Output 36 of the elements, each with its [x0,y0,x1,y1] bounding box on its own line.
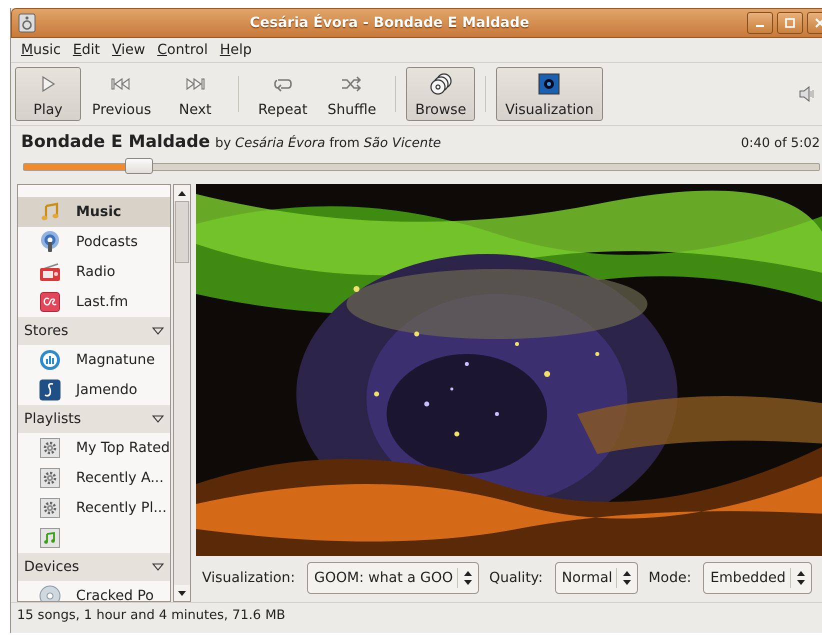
play-button[interactable]: Play [15,67,81,121]
next-button[interactable]: Next [162,67,228,121]
visualization-button[interactable]: Visualization [496,67,603,121]
dropdown[interactable]: Normal [554,562,638,594]
section-header[interactable]: Devices [18,553,170,581]
window-title: Cesária Évora - Bondade E Maldade [248,15,530,31]
source-item[interactable]: Cracked Po [18,581,170,601]
repeat-button[interactable]: Repeat [249,67,316,121]
section-header[interactable]: Playlists [18,405,170,433]
song-title: Bondade E Maldade [21,132,210,152]
status-text: 15 songs, 1 hour and 4 minutes, 71.6 MB [17,608,286,622]
dropdown[interactable]: GOOM: what a GOO [307,562,480,594]
source-item[interactable]: My Top Rated [18,433,170,463]
source-item[interactable]: Radio [18,257,170,287]
field-label: Visualization: [202,570,296,586]
field-label: Quality: [489,570,543,586]
menu-item[interactable]: Control [151,40,214,60]
shuffle-button[interactable]: Shuffle [318,67,386,121]
song-details: by Cesária Évora from São Vicente [215,136,442,151]
section-header[interactable]: Stores [18,317,170,345]
source-item[interactable]: Recently A... [18,463,170,493]
elapsed-time: 0:40 of 5:02 [740,136,820,151]
source-item[interactable]: Jamendo [18,375,170,405]
menu-item[interactable]: Music [15,40,67,60]
previous-button[interactable]: Previous [83,67,160,121]
source-item[interactable]: Recently Pl... [18,493,170,523]
source-item[interactable]: Podcasts [18,227,170,257]
menu-item[interactable]: Edit [66,40,106,60]
dropdown[interactable]: Embedded [703,562,812,594]
source-item[interactable]: Magnatune [18,345,170,375]
browse-button[interactable]: Browse [406,67,476,121]
field-label: Mode: [648,570,692,586]
menu-item[interactable]: Help [214,40,258,60]
menu-item[interactable]: View [106,40,152,60]
source-item[interactable]: Last.fm [18,287,170,317]
source-item[interactable]: Music [18,197,170,227]
